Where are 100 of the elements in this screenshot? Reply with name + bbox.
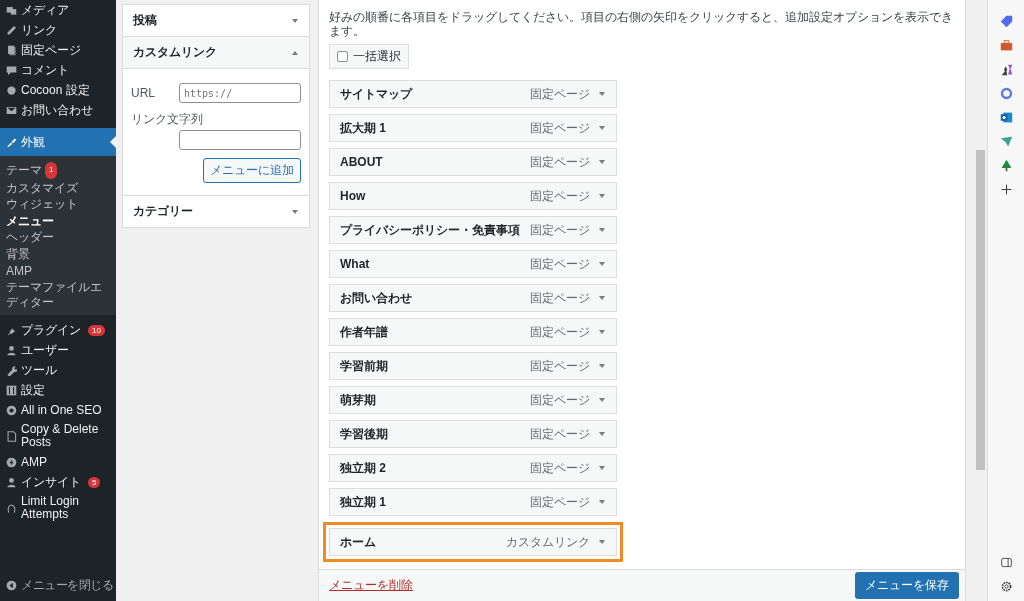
count-badge: 1 [45,162,58,179]
sidebar-item[interactable]: お問い合わせ [0,100,116,120]
bolt-icon [6,456,17,468]
menu-item[interactable]: What 固定ページ [329,250,617,278]
menu-item-title: 作者年譜 [340,323,389,341]
settings-icon[interactable] [999,580,1013,593]
menu-item[interactable]: How 固定ページ [329,182,617,210]
pages-icon [6,44,17,56]
person-icon [6,344,17,356]
sidebar-item[interactable]: Limit Login Attempts [0,492,116,525]
down-triangle-icon[interactable] [598,328,606,336]
menu-item-title: How [340,189,367,203]
down-triangle-icon[interactable] [598,192,606,200]
down-triangle-icon[interactable] [598,90,606,98]
menu-item-type: 固定ページ [530,425,590,443]
accordion-header[interactable]: カスタムリンク [123,37,309,69]
submenu-item[interactable]: 背景 [0,245,116,263]
sidebar-item[interactable]: 設定 [0,380,116,401]
envelope-icon [6,104,17,116]
menu-item[interactable]: 独立期 1 固定ページ [329,488,617,516]
down-triangle-icon[interactable] [598,498,606,506]
menu-item[interactable]: プライバシーポリシー・免責事項 固定ページ [329,216,617,244]
bulk-select-button[interactable]: 一括選択 [329,44,409,69]
down-triangle-icon[interactable] [598,396,606,404]
sidebar-item[interactable]: プラグイン 10 [0,320,116,341]
menu-item-type: 固定ページ [530,153,590,171]
menu-item-title: ABOUT [340,155,384,169]
sidebar-item[interactable]: AMP [0,452,116,473]
menu-item-title: お問い合わせ [340,289,413,307]
count-badge: 10 [88,324,105,336]
menu-item-type: 固定ページ [530,221,590,239]
down-triangle-icon[interactable] [598,226,606,234]
submenu-item[interactable]: テーマファイルエディター [0,279,116,311]
menu-item[interactable]: お問い合わせ 固定ページ [329,284,617,312]
submenu-item[interactable]: ヘッダー [0,229,116,246]
sidebar-item[interactable]: Copy & Delete Posts [0,420,116,453]
field-label: URL [131,86,155,100]
submenu-item[interactable]: ウィジェット [0,196,116,213]
menu-item-type: 固定ページ [530,85,590,103]
menu-item[interactable]: ホーム カスタムリンク [329,528,617,556]
down-triangle-icon [291,207,299,216]
down-triangle-icon[interactable] [598,260,606,268]
instructions-text: 好みの順番に各項目をドラッグしてください。項目の右側の矢印をクリックすると、追加設定オプションを表示できます。 [329,10,954,38]
chess-pieces-icon[interactable] [999,63,1013,76]
down-triangle-icon[interactable] [598,430,606,438]
menu-item-title: 学習前期 [340,357,389,375]
tree-icon[interactable] [999,159,1013,172]
sidebar-item[interactable]: コメント [0,60,116,80]
scrollbar[interactable] [974,0,987,601]
submenu-item[interactable]: テーマ 1 [0,161,116,180]
down-triangle-icon[interactable] [598,538,606,546]
plus-icon[interactable] [999,183,1013,196]
sidebar-item[interactable]: ユーザー [0,340,116,361]
sidebar-item[interactable]: All in One SEO [0,400,116,421]
menu-item[interactable]: 拡大期 1 固定ページ [329,114,617,142]
add-to-menu-button[interactable]: メニューに追加 [203,158,301,183]
menu-item[interactable]: 独立期 2 固定ページ [329,454,617,482]
sidebar-item[interactable]: 外観 [0,128,116,156]
menu-item-type: 固定ページ [530,289,590,307]
sidebar-item[interactable]: Cocoon 設定 [0,80,116,100]
menu-item[interactable]: 作者年譜 固定ページ [329,318,617,346]
submenu-item[interactable]: メニュー [0,212,116,230]
menu-item-title: プライバシーポリシー・免責事項 [340,221,521,239]
tag-icon[interactable] [999,15,1013,28]
down-triangle-icon [291,16,299,25]
mail-app-icon[interactable] [999,111,1013,124]
down-triangle-icon[interactable] [598,294,606,302]
delete-menu-link[interactable]: メニューを削除 [329,577,413,594]
sidebar-item[interactable]: 固定ページ [0,40,116,60]
menu-item[interactable]: ABOUT 固定ページ [329,148,617,176]
accordion-header[interactable]: カテゴリー [123,196,309,227]
paper-plane-icon[interactable] [999,135,1013,148]
link-text-field[interactable] [179,130,301,150]
menu-item[interactable]: サイトマップ 固定ページ [329,80,617,108]
collapse-menu-button[interactable]: メニューを閉じる [0,575,116,595]
menu-item-title: 萌芽期 [340,391,377,409]
down-triangle-icon[interactable] [598,124,606,132]
down-triangle-icon[interactable] [598,158,606,166]
sidebar-item[interactable]: ツール [0,360,116,381]
sidebar-item[interactable]: インサイト 5 [0,472,116,493]
toolbox-icon[interactable] [999,39,1013,52]
person-icon [6,476,17,488]
menu-item[interactable]: 萌芽期 固定ページ [329,386,617,414]
menu-item[interactable]: 学習前期 固定ページ [329,352,617,380]
down-triangle-icon[interactable] [598,362,606,370]
ring-icon[interactable] [999,87,1013,100]
url-field[interactable]: https:// [179,83,301,103]
checkbox[interactable] [337,51,348,62]
save-menu-button[interactable]: メニューを保存 [855,572,959,599]
submenu-item[interactable]: AMP [0,262,116,280]
submenu-item[interactable]: カスタマイズ [0,179,116,197]
sidebar-item[interactable]: メディア [0,0,116,20]
menu-item-type: 固定ページ [530,119,590,137]
circle-icon [6,84,17,96]
down-triangle-icon[interactable] [598,464,606,472]
sidebar-item[interactable]: リンク [0,20,116,40]
side-panel-icon[interactable] [999,556,1013,569]
menu-item-type: 固定ページ [530,357,590,375]
scrollbar-thumb[interactable] [976,150,985,470]
menu-item[interactable]: 学習後期 固定ページ [329,420,617,448]
